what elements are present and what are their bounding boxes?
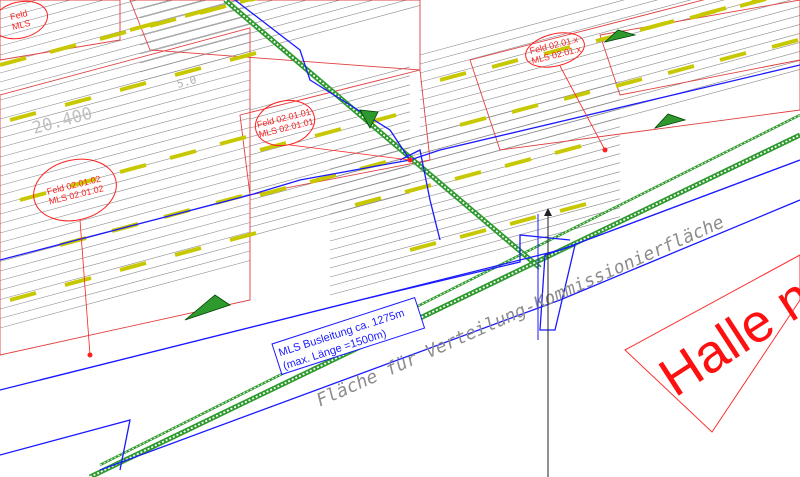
rack-line (419, 0, 625, 56)
rack-line (139, 0, 208, 19)
lamp-marker (554, 144, 582, 155)
cad-drawing-viewport[interactable]: Feld 02.01.02 MLS 02.01.02 Feld 02.01.01 ML… (0, 0, 800, 477)
lamp-marker (439, 71, 467, 82)
field-tag-anchor (87, 352, 93, 358)
lamp-marker (219, 135, 247, 146)
lamp-marker (739, 0, 767, 8)
lamp-marker (119, 163, 147, 174)
lamp-marker (64, 276, 92, 287)
rack-line (329, 180, 621, 260)
lamp-marker (19, 191, 47, 202)
lamp-marker (9, 291, 37, 302)
lamp-marker (511, 103, 539, 114)
axis-arrow-icon (544, 208, 552, 216)
lamp-marker (459, 116, 487, 127)
field-tag[interactable]: FeldMLS (0, 0, 52, 44)
field-tag-anchor (407, 157, 413, 163)
lamp-marker (169, 149, 197, 160)
rack-line (249, 147, 411, 192)
lamp-marker (99, 30, 127, 41)
lamp-marker (771, 38, 799, 49)
lamp-marker (314, 127, 342, 138)
lamp-marker (504, 157, 532, 168)
lamp-marker (119, 261, 147, 272)
lamp-marker (119, 81, 147, 92)
lamp-marker (639, 21, 667, 32)
lamp-marker (215, 194, 243, 205)
field-tag-anchor (602, 147, 608, 153)
rack-line (0, 14, 251, 83)
rack-line (249, 75, 411, 120)
rack-line (139, 0, 375, 64)
hall-label: Halle ne (649, 250, 800, 408)
lamp-marker (454, 170, 482, 181)
rack-line (139, 0, 275, 37)
lamp-marker (49, 43, 77, 54)
rack-line (139, 5, 421, 82)
lamp-marker (615, 77, 643, 88)
rack-line (419, 0, 759, 92)
rack-line (249, 174, 411, 219)
rack-line (139, 0, 408, 73)
cad-canvas[interactable]: Feld 02.01.02MLS 02.01.02Feld 02.01.01ML… (0, 0, 800, 477)
rack-line (0, 0, 105, 29)
dimension-left: 20.400 (30, 104, 95, 139)
direction-arrow-icon (184, 294, 231, 321)
lamp-marker (409, 241, 437, 252)
lamp-marker (491, 58, 519, 69)
hall-label-group: Halle ne (624, 250, 800, 433)
rack-lines (0, 0, 800, 329)
rack-line (0, 5, 251, 74)
field-border (469, 0, 800, 151)
axis-indicator (537, 208, 552, 477)
field-tag[interactable]: Feld 02.01.02MLS 02.01.02 (27, 151, 123, 230)
rack-line (249, 192, 411, 237)
rack-line (139, 0, 242, 28)
bus-line-segment (0, 419, 131, 471)
